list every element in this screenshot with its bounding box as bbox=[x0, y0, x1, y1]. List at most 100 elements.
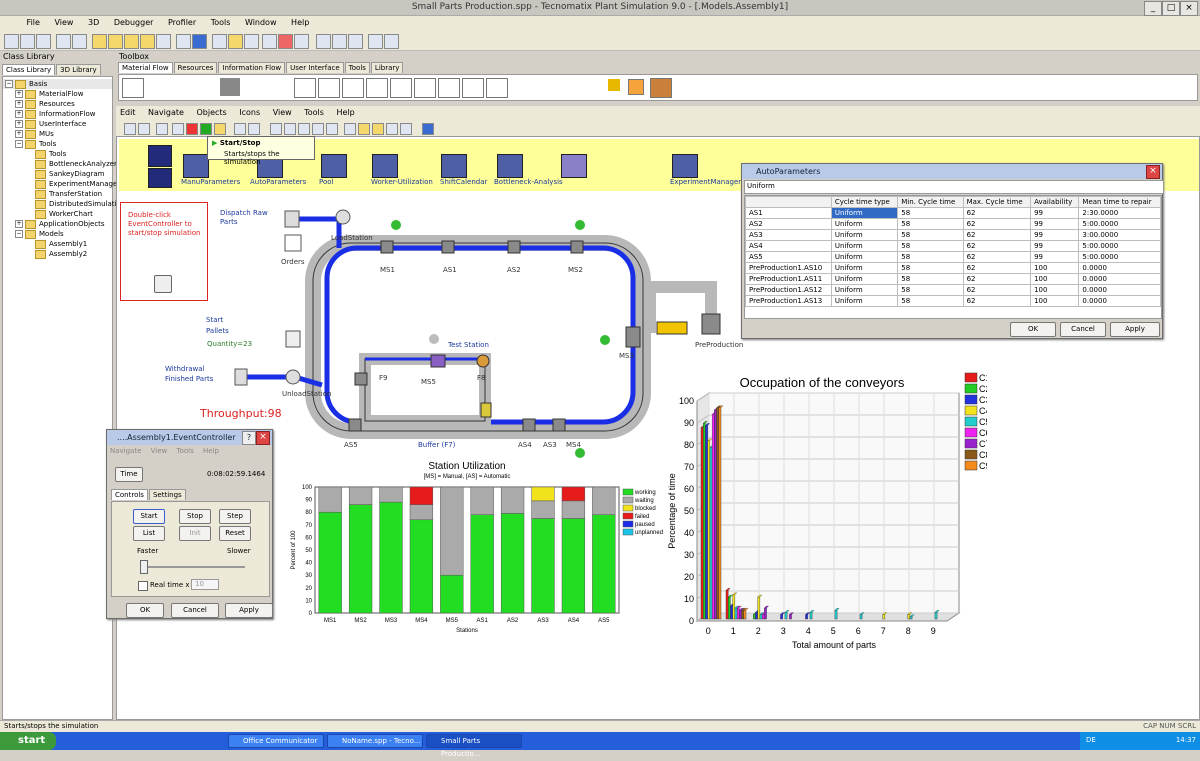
taskbar-office-communicator[interactable]: Office Communicator bbox=[228, 734, 324, 748]
expand-icon[interactable]: + bbox=[15, 120, 23, 128]
row-header[interactable]: PreProduction1.AS13 bbox=[745, 295, 832, 307]
auto-parameters-close-button[interactable]: × bbox=[1146, 165, 1160, 179]
cycle-icon[interactable] bbox=[438, 78, 460, 98]
table-cell[interactable]: Uniform bbox=[830, 251, 899, 263]
single-proc-icon[interactable] bbox=[268, 78, 288, 96]
line-icon[interactable] bbox=[510, 78, 530, 96]
menu-window[interactable]: Window bbox=[239, 16, 283, 27]
event-controller-close-button[interactable]: × bbox=[256, 431, 270, 445]
tab-controls[interactable]: Controls bbox=[111, 489, 148, 500]
table-cell[interactable]: 99 bbox=[1030, 207, 1080, 219]
taskbar-noname[interactable]: NoName.spp - Tecno... bbox=[327, 734, 423, 748]
row-header[interactable]: AS2 bbox=[745, 218, 832, 230]
column-header[interactable]: Max. Cycle time bbox=[962, 196, 1032, 208]
reset-sim-icon[interactable] bbox=[186, 123, 198, 135]
help-icon[interactable] bbox=[192, 34, 207, 49]
table-cell[interactable]: Uniform bbox=[830, 207, 899, 219]
column-header[interactable]: Min. Cycle time bbox=[897, 196, 964, 208]
table-cell[interactable]: 58 bbox=[897, 284, 964, 296]
event-controller-tool-icon[interactable] bbox=[172, 78, 192, 96]
expand-icon[interactable]: + bbox=[15, 130, 23, 138]
grid-toggle-icon[interactable] bbox=[386, 123, 398, 135]
table-cell[interactable]: 58 bbox=[897, 240, 964, 252]
link-icon[interactable] bbox=[358, 123, 370, 135]
save-all-icon[interactable] bbox=[56, 34, 71, 49]
frame-menu-navigate[interactable]: Navigate bbox=[148, 108, 184, 117]
table-cell[interactable]: 62 bbox=[962, 251, 1032, 263]
expand-icon[interactable]: + bbox=[15, 90, 23, 98]
table-cell[interactable]: 58 bbox=[897, 262, 964, 274]
table-cell[interactable]: 100 bbox=[1030, 273, 1080, 285]
open-origin-icon[interactable] bbox=[138, 123, 150, 135]
table-cell[interactable]: Uniform bbox=[830, 295, 899, 307]
table-cell[interactable]: 100 bbox=[1030, 262, 1080, 274]
frame-icon[interactable] bbox=[650, 78, 672, 98]
table-cell[interactable]: Uniform bbox=[830, 262, 899, 274]
minimize-button[interactable]: _ bbox=[1144, 1, 1162, 16]
frame-menu-tools[interactable]: Tools bbox=[304, 108, 324, 117]
flow-control-icon[interactable] bbox=[582, 78, 602, 96]
table-cell[interactable]: 58 bbox=[897, 218, 964, 230]
parallel-proc-icon[interactable] bbox=[294, 78, 316, 98]
row-header[interactable]: PreProduction1.AS10 bbox=[745, 262, 832, 274]
row-header[interactable]: PreProduction1.AS12 bbox=[745, 284, 832, 296]
table-cell[interactable]: 5:00.0000 bbox=[1078, 240, 1161, 252]
table-cell[interactable]: 58 bbox=[897, 273, 964, 285]
menu-view[interactable]: View bbox=[48, 16, 79, 27]
settings-icon[interactable] bbox=[316, 34, 331, 49]
expand-icon[interactable]: + bbox=[15, 100, 23, 108]
reset-button[interactable]: Reset bbox=[219, 526, 251, 541]
stop-debug-icon[interactable] bbox=[278, 34, 293, 49]
row-header[interactable]: AS1 bbox=[745, 207, 832, 219]
placebuffer-icon[interactable] bbox=[462, 78, 484, 98]
tab-settings[interactable]: Settings bbox=[148, 489, 186, 500]
turntable-icon[interactable] bbox=[558, 78, 578, 96]
row-header[interactable]: AS3 bbox=[745, 229, 832, 241]
table-cell[interactable]: 62 bbox=[962, 284, 1032, 296]
table-cell[interactable]: Uniform bbox=[830, 240, 899, 252]
collapse-icon[interactable]: − bbox=[15, 230, 23, 238]
store-icon[interactable] bbox=[486, 78, 508, 98]
edit-icon[interactable] bbox=[384, 34, 399, 49]
tree-item[interactable]: + ApplicationObjects bbox=[3, 219, 112, 229]
table-cell[interactable]: 62 bbox=[962, 218, 1032, 230]
ec-menu-help[interactable]: Help bbox=[203, 447, 219, 455]
column-header[interactable]: Mean time to repair bbox=[1078, 196, 1161, 208]
show-names-icon[interactable] bbox=[372, 123, 384, 135]
start-button[interactable]: Start bbox=[133, 509, 165, 524]
show-connectors-icon[interactable] bbox=[344, 123, 356, 135]
table-cell[interactable]: 62 bbox=[962, 295, 1032, 307]
table-cell[interactable]: 62 bbox=[962, 240, 1032, 252]
tree-item[interactable]: +BottleneckAnalyzer bbox=[3, 159, 117, 169]
tree-item[interactable]: +WorkerChart bbox=[3, 209, 112, 219]
table-cell[interactable]: 5:00.0000 bbox=[1078, 251, 1161, 263]
class-library-tree[interactable]: − Basis + MaterialFlow + Resources + Informatio… bbox=[2, 76, 125, 720]
pencil-icon[interactable] bbox=[326, 123, 338, 135]
assembly-icon[interactable] bbox=[318, 78, 340, 98]
buffer-icon[interactable] bbox=[390, 78, 412, 98]
tree-item[interactable]: +DistributedSimulation bbox=[3, 199, 125, 209]
table-cell[interactable]: 0.0000 bbox=[1078, 262, 1161, 274]
help-question-icon[interactable]: ? bbox=[242, 431, 256, 445]
table-cell[interactable]: 62 bbox=[962, 262, 1032, 274]
pointer-icon[interactable] bbox=[122, 78, 144, 98]
tab-user-interface[interactable]: User Interface bbox=[286, 62, 344, 73]
table-cell[interactable]: 62 bbox=[962, 229, 1032, 241]
ec-menu-tools[interactable]: Tools bbox=[177, 447, 194, 455]
table-cell[interactable]: Uniform bbox=[830, 273, 899, 285]
init-button[interactable]: Init bbox=[179, 526, 211, 541]
column-header[interactable]: Availability bbox=[1030, 196, 1080, 208]
dismantle-icon[interactable] bbox=[342, 78, 364, 98]
breakpoint-icon[interactable] bbox=[294, 34, 309, 49]
connector-icon[interactable] bbox=[148, 78, 168, 96]
table-cell[interactable]: 99 bbox=[1030, 240, 1080, 252]
drain-icon[interactable] bbox=[244, 78, 264, 96]
zoom-out-icon[interactable] bbox=[284, 123, 296, 135]
tree-item[interactable]: +SankeyDiagram bbox=[3, 169, 112, 179]
frame-menu-view[interactable]: View bbox=[273, 108, 292, 117]
open-location-icon[interactable] bbox=[124, 123, 136, 135]
grid-icon[interactable] bbox=[628, 79, 644, 95]
tree-item[interactable]: +Assembly1 bbox=[3, 239, 112, 249]
track-icon[interactable] bbox=[534, 78, 554, 96]
tree-item[interactable]: +Assembly2 bbox=[3, 249, 112, 259]
